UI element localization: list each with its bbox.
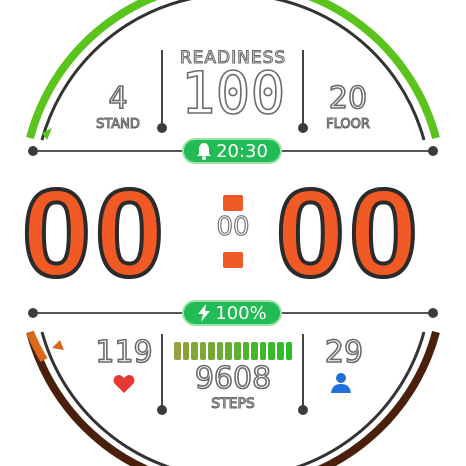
stand-value: 4: [108, 81, 129, 116]
alarm-pill[interactable]: 20:30: [182, 138, 282, 164]
alarm-time: 20:30: [216, 140, 268, 162]
colon-top-square: [223, 195, 243, 211]
watch-face: READINESS 100 4 STAND 20 FLOOR 20:30 00 …: [0, 0, 466, 466]
heart-rate-value: 119: [95, 335, 154, 370]
steps-label: STEPS: [211, 395, 256, 412]
steps-bar: [208, 342, 215, 360]
steps-bar: [285, 342, 293, 360]
minutes-digits: 00: [274, 165, 422, 303]
steps-bar: [174, 342, 181, 360]
hours-digits: 00: [20, 165, 168, 303]
steps-bar: [199, 342, 207, 360]
heart-icon: [113, 375, 135, 393]
colon-bottom-square: [223, 252, 243, 268]
person-icon: [331, 373, 351, 393]
steps-value: 9608: [194, 361, 272, 396]
steps-bar: [191, 342, 198, 360]
steps-bar: [268, 342, 275, 360]
floor-value: 20: [328, 81, 368, 116]
steps-bar: [182, 342, 190, 360]
steps-bar: [216, 342, 224, 360]
people-value: 29: [324, 335, 364, 370]
steps-bar: [276, 342, 284, 360]
floor-label: FLOOR: [326, 116, 371, 132]
readiness-value: 100: [180, 59, 286, 127]
bottom-arc-marker-icon: [52, 340, 64, 350]
lightning-icon: [198, 304, 211, 322]
steps-bar: [225, 342, 233, 360]
battery-pill[interactable]: 100%: [182, 300, 282, 326]
seconds-digits: 00: [216, 212, 250, 242]
steps-progress-bars: [174, 342, 293, 360]
battery-percent: 100%: [215, 302, 267, 324]
steps-bar: [242, 342, 250, 360]
steps-bar: [259, 342, 267, 360]
stand-label: STAND: [96, 116, 141, 132]
bell-icon: [197, 143, 212, 160]
steps-bar: [251, 342, 258, 360]
steps-bar: [234, 342, 241, 360]
